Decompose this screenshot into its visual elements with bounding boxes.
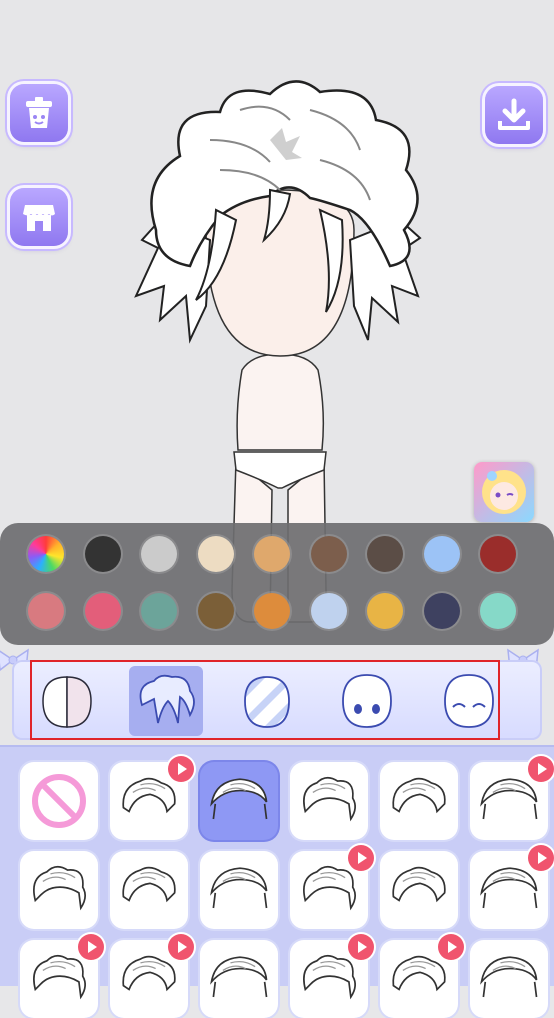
- play-ad-icon[interactable]: [348, 934, 374, 960]
- hair-item[interactable]: [20, 851, 98, 929]
- color-swatch[interactable]: [141, 593, 177, 629]
- promo-thumbnail[interactable]: [474, 462, 534, 522]
- color-swatch[interactable]: [84, 536, 121, 572]
- color-swatch[interactable]: [480, 593, 516, 629]
- hair-style-6-icon: [33, 865, 86, 911]
- hair-style-8-icon: [210, 867, 268, 909]
- play-ad-icon[interactable]: [348, 845, 374, 871]
- hair-item[interactable]: [110, 851, 188, 929]
- color-swatch[interactable]: [480, 536, 516, 572]
- hair-style-17-icon: [480, 956, 538, 998]
- play-ad-icon[interactable]: [528, 756, 554, 782]
- category-highlight: [30, 660, 500, 740]
- none-icon: [32, 774, 86, 828]
- hair-item[interactable]: [290, 762, 368, 840]
- play-ad-icon[interactable]: [438, 934, 464, 960]
- hair-style-3-icon: [303, 776, 356, 822]
- play-ad-icon[interactable]: [168, 934, 194, 960]
- hair-style-2-icon: [210, 778, 268, 820]
- color-swatch[interactable]: [28, 593, 64, 629]
- hair-style-4-icon: [392, 777, 446, 814]
- hair-item[interactable]: [200, 940, 278, 1018]
- hair-item[interactable]: [380, 851, 458, 929]
- download-button[interactable]: [485, 86, 543, 144]
- color-swatch[interactable]: [197, 593, 234, 629]
- color-swatch[interactable]: [254, 593, 290, 629]
- hair-item[interactable]: [380, 762, 458, 840]
- color-swatch[interactable]: [367, 593, 403, 629]
- color-swatch[interactable]: [141, 536, 177, 572]
- hair-item[interactable]: [470, 940, 548, 1018]
- color-swatch[interactable]: [84, 593, 121, 629]
- hair-style-7-icon: [122, 866, 176, 903]
- color-swatch[interactable]: [197, 536, 234, 572]
- color-swatch[interactable]: [28, 536, 64, 572]
- download-icon: [498, 98, 530, 130]
- color-swatch[interactable]: [310, 593, 347, 629]
- hair-style-10-icon: [392, 866, 446, 903]
- play-ad-icon[interactable]: [168, 756, 194, 782]
- play-ad-icon[interactable]: [528, 845, 554, 871]
- color-swatch[interactable]: [310, 536, 347, 572]
- color-swatch[interactable]: [423, 536, 460, 572]
- store-icon: [23, 205, 55, 231]
- hair-item[interactable]: [200, 851, 278, 929]
- trash-button[interactable]: [10, 84, 68, 142]
- trash-icon: [26, 97, 52, 128]
- hair-item[interactable]: [200, 762, 278, 840]
- doll-portrait-icon: [482, 470, 526, 514]
- color-swatch[interactable]: [254, 536, 290, 572]
- hair-style-14-icon: [210, 956, 268, 998]
- color-swatch[interactable]: [367, 536, 403, 572]
- shop-button[interactable]: [10, 188, 68, 246]
- color-swatch[interactable]: [423, 593, 460, 629]
- no-hair-item[interactable]: [20, 762, 98, 840]
- play-ad-icon[interactable]: [78, 934, 104, 960]
